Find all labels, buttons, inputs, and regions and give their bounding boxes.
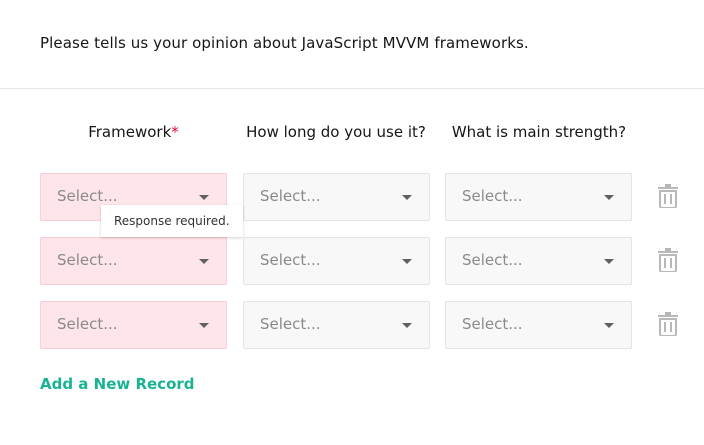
- select-value: Select...: [260, 251, 321, 269]
- select-value: Select...: [260, 187, 321, 205]
- trash-icon[interactable]: [657, 312, 679, 336]
- trash-icon[interactable]: [657, 248, 679, 272]
- select-value: Select...: [462, 315, 523, 333]
- chevron-down-icon: [604, 195, 614, 200]
- select-value: Select...: [260, 315, 321, 333]
- strength-select-row-2[interactable]: Select...: [445, 237, 632, 285]
- column-header-label: Framework: [88, 123, 172, 141]
- select-value: Select...: [57, 315, 118, 333]
- chevron-down-icon: [604, 259, 614, 264]
- strength-select-row-3[interactable]: Select...: [445, 301, 632, 349]
- strength-select-row-1[interactable]: Select...: [445, 173, 632, 221]
- chevron-down-icon: [402, 323, 412, 328]
- select-value: Select...: [462, 251, 523, 269]
- chevron-down-icon: [604, 323, 614, 328]
- question-title: Please tells us your opinion about JavaS…: [40, 34, 529, 52]
- chevron-down-icon: [199, 195, 209, 200]
- question-header: Please tells us your opinion about JavaS…: [0, 0, 704, 89]
- select-value: Select...: [57, 187, 118, 205]
- add-new-record-button[interactable]: Add a New Record: [40, 375, 195, 393]
- column-header-duration: How long do you use it?: [246, 123, 426, 141]
- framework-select-row-3[interactable]: Select...: [40, 301, 227, 349]
- required-indicator: *: [171, 123, 179, 141]
- chevron-down-icon: [199, 323, 209, 328]
- chevron-down-icon: [402, 259, 412, 264]
- trash-icon[interactable]: [657, 184, 679, 208]
- column-header-strength: What is main strength?: [451, 123, 627, 141]
- duration-select-row-2[interactable]: Select...: [243, 237, 430, 285]
- select-value: Select...: [462, 187, 523, 205]
- duration-select-row-3[interactable]: Select...: [243, 301, 430, 349]
- error-tooltip: Response required.: [101, 205, 243, 237]
- column-header-framework: Framework*: [40, 123, 227, 145]
- chevron-down-icon: [402, 195, 412, 200]
- chevron-down-icon: [199, 259, 209, 264]
- framework-select-row-2[interactable]: Select...: [40, 237, 227, 285]
- select-value: Select...: [57, 251, 118, 269]
- duration-select-row-1[interactable]: Select...: [243, 173, 430, 221]
- survey-card: Please tells us your opinion about JavaS…: [0, 0, 704, 445]
